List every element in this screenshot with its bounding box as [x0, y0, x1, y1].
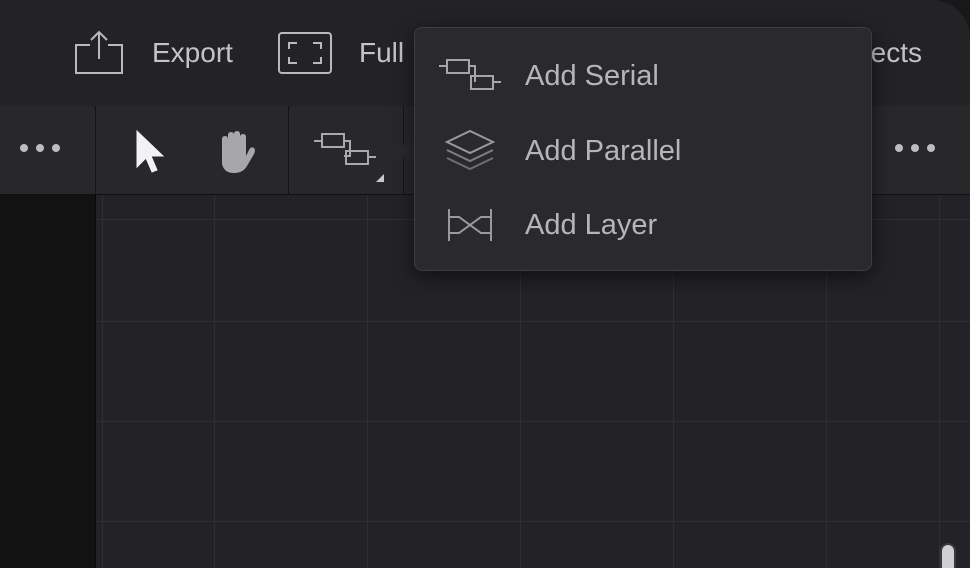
parallel-layers-icon [435, 128, 505, 174]
left-panel [0, 195, 96, 568]
fullscreen-label: Full [359, 37, 405, 68]
vertical-scrollbar[interactable] [940, 543, 956, 568]
serial-routing-icon[interactable] [312, 128, 388, 193]
grid-line [102, 195, 103, 568]
grid-line [939, 195, 940, 568]
export-button[interactable]: Export [72, 26, 233, 80]
grid-line [96, 421, 970, 422]
menu-item-label: Add Serial [525, 59, 659, 92]
effects-button[interactable]: ects [871, 26, 922, 80]
menu-item-add-serial[interactable]: Add Serial [415, 41, 871, 111]
grid-line [214, 195, 215, 568]
effects-label: ects [870, 37, 922, 68]
fullscreen-icon [277, 31, 333, 75]
grid-line [96, 321, 970, 322]
more-icon[interactable] [20, 144, 60, 152]
hand-icon[interactable] [212, 130, 260, 179]
toolbar-divider [95, 106, 96, 194]
node-editor-screen: Export Full ects Add Serial Add Parallel… [0, 0, 970, 568]
serial-icon [435, 56, 505, 96]
toolbar-divider [288, 106, 289, 194]
menu-item-add-layer[interactable]: Add Layer [415, 190, 871, 260]
export-icon [72, 29, 126, 77]
menu-item-add-parallel[interactable]: Add Parallel [415, 116, 871, 186]
fullscreen-button[interactable]: Full [277, 26, 404, 80]
menu-item-label: Add Layer [525, 208, 658, 241]
grid-line [96, 521, 970, 522]
menu-item-label: Add Parallel [525, 134, 682, 167]
routing-menu: Add Serial Add Parallel Add Layer [414, 27, 872, 271]
export-label: Export [152, 37, 233, 68]
menu-pointer [394, 137, 415, 165]
more-icon[interactable] [895, 144, 935, 152]
pointer-icon[interactable] [134, 129, 166, 180]
grid-line [367, 195, 368, 568]
layer-crossing-icon [435, 205, 505, 245]
